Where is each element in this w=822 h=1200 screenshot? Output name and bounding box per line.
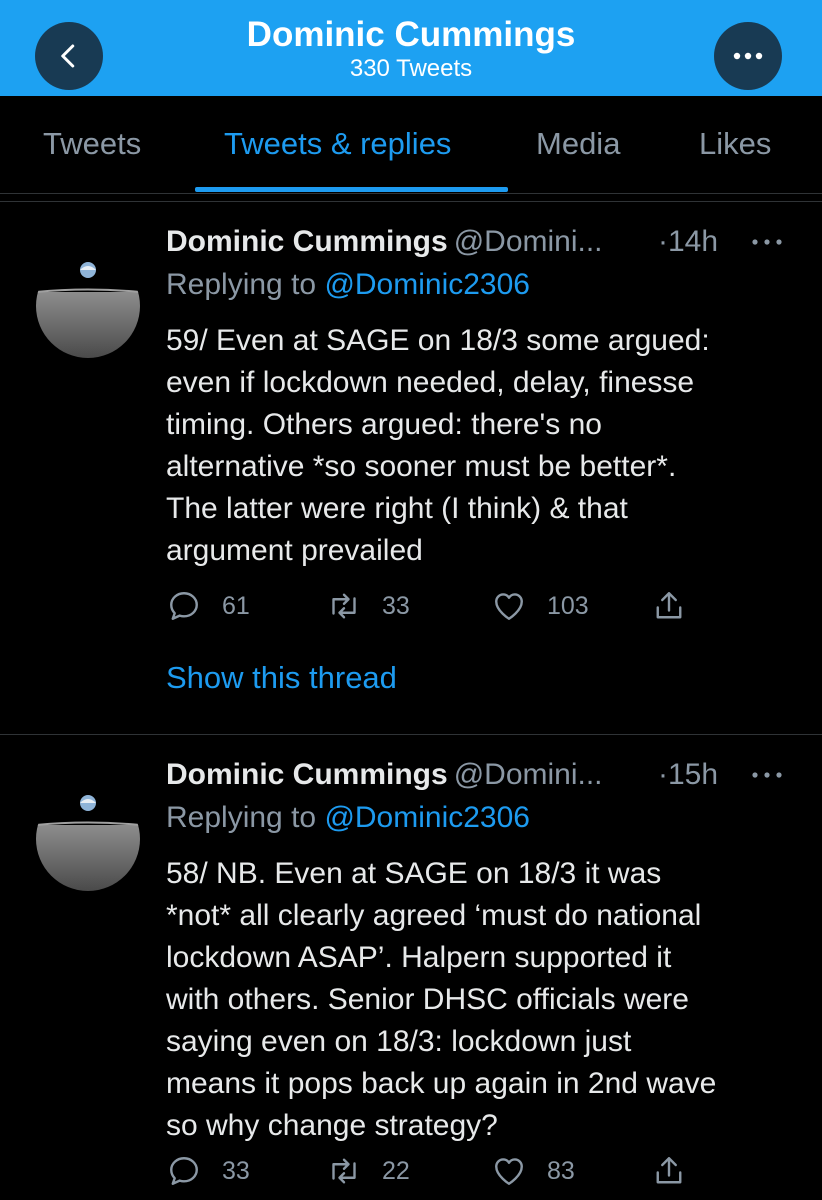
author-name[interactable]: Dominic Cummings [166, 758, 448, 791]
like-button[interactable]: 103 [491, 588, 589, 624]
reply-count: 33 [222, 1156, 250, 1185]
mention-link[interactable]: @Dominic2306 [324, 801, 530, 834]
tweet-time[interactable]: ·14h [658, 225, 718, 259]
heart-icon [495, 1158, 523, 1185]
replying-prefix: Replying to [166, 801, 317, 834]
share-button[interactable] [651, 1153, 687, 1189]
retweet-button[interactable]: 22 [326, 1153, 410, 1189]
replying-to: Replying to @Dominic2306 [166, 268, 530, 302]
tab-tweets[interactable]: Tweets [43, 126, 141, 162]
tweet-time[interactable]: ·15h [658, 758, 718, 792]
author-handle[interactable]: @Domini... [454, 758, 603, 791]
more-button[interactable] [714, 22, 782, 90]
tab-tweets-and-replies[interactable]: Tweets & replies [224, 126, 451, 162]
like-button[interactable]: 83 [491, 1153, 575, 1189]
profile-header: Dominic Cummings 330 Tweets [0, 0, 822, 96]
retweet-count: 22 [382, 1156, 410, 1185]
profile-tabs: Tweets Tweets & replies Media Likes [0, 96, 822, 194]
share-icon [656, 592, 682, 619]
author-line: Dominic Cummings @Domini... [166, 758, 603, 792]
retweet-count: 33 [382, 591, 410, 620]
more-horizontal-icon [733, 52, 763, 60]
avatar[interactable] [36, 787, 140, 891]
tweet-divider [0, 201, 822, 202]
reply-icon [170, 592, 198, 620]
active-tab-indicator [195, 187, 508, 192]
reply-icon [170, 1157, 198, 1185]
retweet-icon [332, 593, 356, 619]
share-button[interactable] [651, 588, 687, 624]
reply-button[interactable]: 33 [166, 1153, 250, 1189]
tweet-actions: 33 22 83 [166, 1153, 726, 1193]
replying-to: Replying to @Dominic2306 [166, 801, 530, 835]
heart-icon [495, 593, 523, 620]
share-icon [656, 1157, 682, 1184]
tweet-text: 59/ Even at SAGE on 18/3 some argued: ev… [166, 324, 710, 567]
retweet-button[interactable]: 33 [326, 588, 410, 624]
more-horizontal-icon[interactable] [750, 769, 784, 781]
tweet-divider [0, 734, 822, 735]
more-horizontal-icon[interactable] [750, 236, 784, 248]
author-line: Dominic Cummings @Domini... [166, 225, 603, 259]
reply-count: 61 [222, 591, 250, 620]
author-name[interactable]: Dominic Cummings [166, 225, 448, 258]
tweet-text: 58/ NB. Even at SAGE on 18/3 it was *not… [166, 857, 717, 1142]
tweet-actions: 61 33 103 [166, 588, 726, 628]
like-count: 103 [547, 591, 589, 620]
avatar[interactable] [36, 254, 140, 358]
author-handle[interactable]: @Domini... [454, 225, 603, 258]
tab-likes[interactable]: Likes [699, 126, 771, 162]
show-thread-link[interactable]: Show this thread [166, 660, 397, 696]
like-count: 83 [547, 1156, 575, 1185]
profile-name-title: Dominic Cummings [246, 15, 576, 54]
tweet-count: 330 Tweets [349, 55, 473, 82]
mention-link[interactable]: @Dominic2306 [324, 268, 530, 301]
tab-media[interactable]: Media [536, 126, 620, 162]
retweet-icon [332, 1158, 356, 1184]
reply-button[interactable]: 61 [166, 588, 250, 624]
replying-prefix: Replying to [166, 268, 317, 301]
